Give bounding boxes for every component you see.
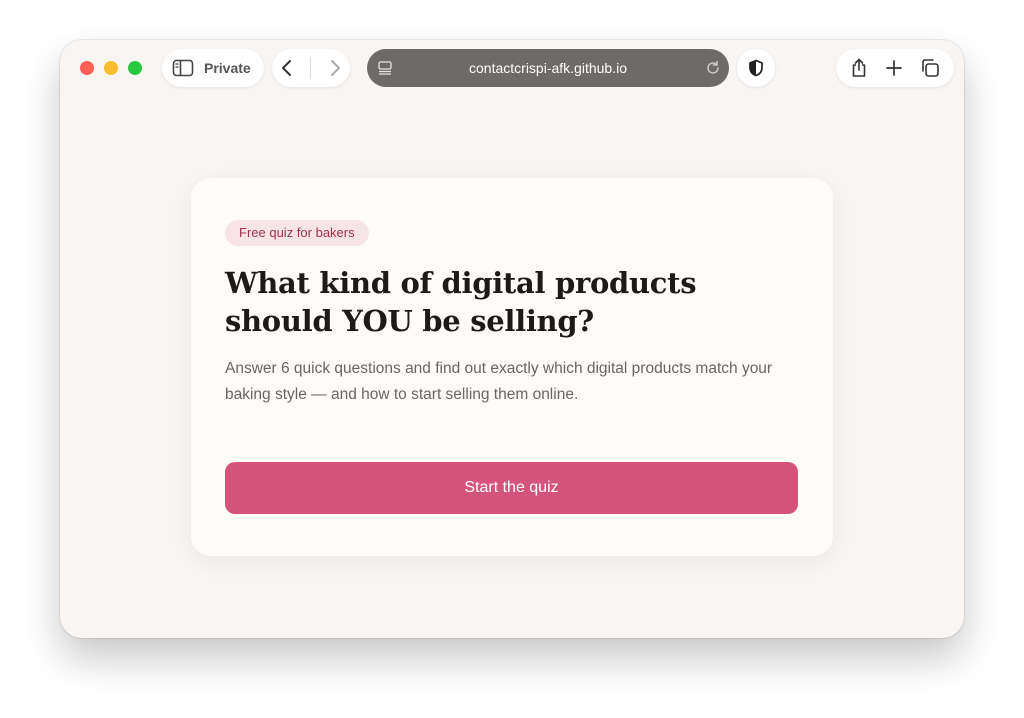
quiz-description: Answer 6 quick questions and find out ex… [225, 360, 773, 403]
nav-divider [310, 57, 312, 79]
shield-icon [748, 59, 764, 77]
browser-window: Private contactcrispi-afk.github.io Free… [60, 40, 964, 638]
sidebar-toggle-button[interactable]: Private [162, 49, 264, 87]
address-bar[interactable]: contactcrispi-afk.github.io [367, 49, 729, 87]
browser-actions [836, 49, 954, 87]
start-quiz-button[interactable]: Start the quiz [225, 462, 798, 514]
private-label: Private [204, 60, 251, 76]
close-window-button[interactable] [80, 61, 94, 75]
page-menu-icon[interactable] [377, 60, 393, 76]
quiz-badge: Free quiz for bakers [225, 220, 369, 246]
browser-toolbar: Private contactcrispi-afk.github.io [60, 40, 964, 98]
zoom-window-button[interactable] [128, 61, 142, 75]
url-text: contactcrispi-afk.github.io [469, 60, 627, 76]
quiz-card: Free quiz for bakers What kind of digita… [191, 178, 833, 556]
chevron-right-icon[interactable] [328, 59, 342, 77]
tabs-overview-icon[interactable] [920, 58, 940, 78]
chevron-left-icon[interactable] [280, 59, 294, 77]
privacy-report-button[interactable] [737, 49, 775, 87]
navigation-controls [272, 49, 350, 87]
share-icon[interactable] [850, 58, 868, 78]
quiz-headline: What kind of digital products should YOU… [225, 266, 697, 338]
sidebar-icon [172, 59, 194, 77]
plus-icon[interactable] [885, 59, 903, 77]
reload-icon[interactable] [705, 60, 721, 76]
minimize-window-button[interactable] [104, 61, 118, 75]
